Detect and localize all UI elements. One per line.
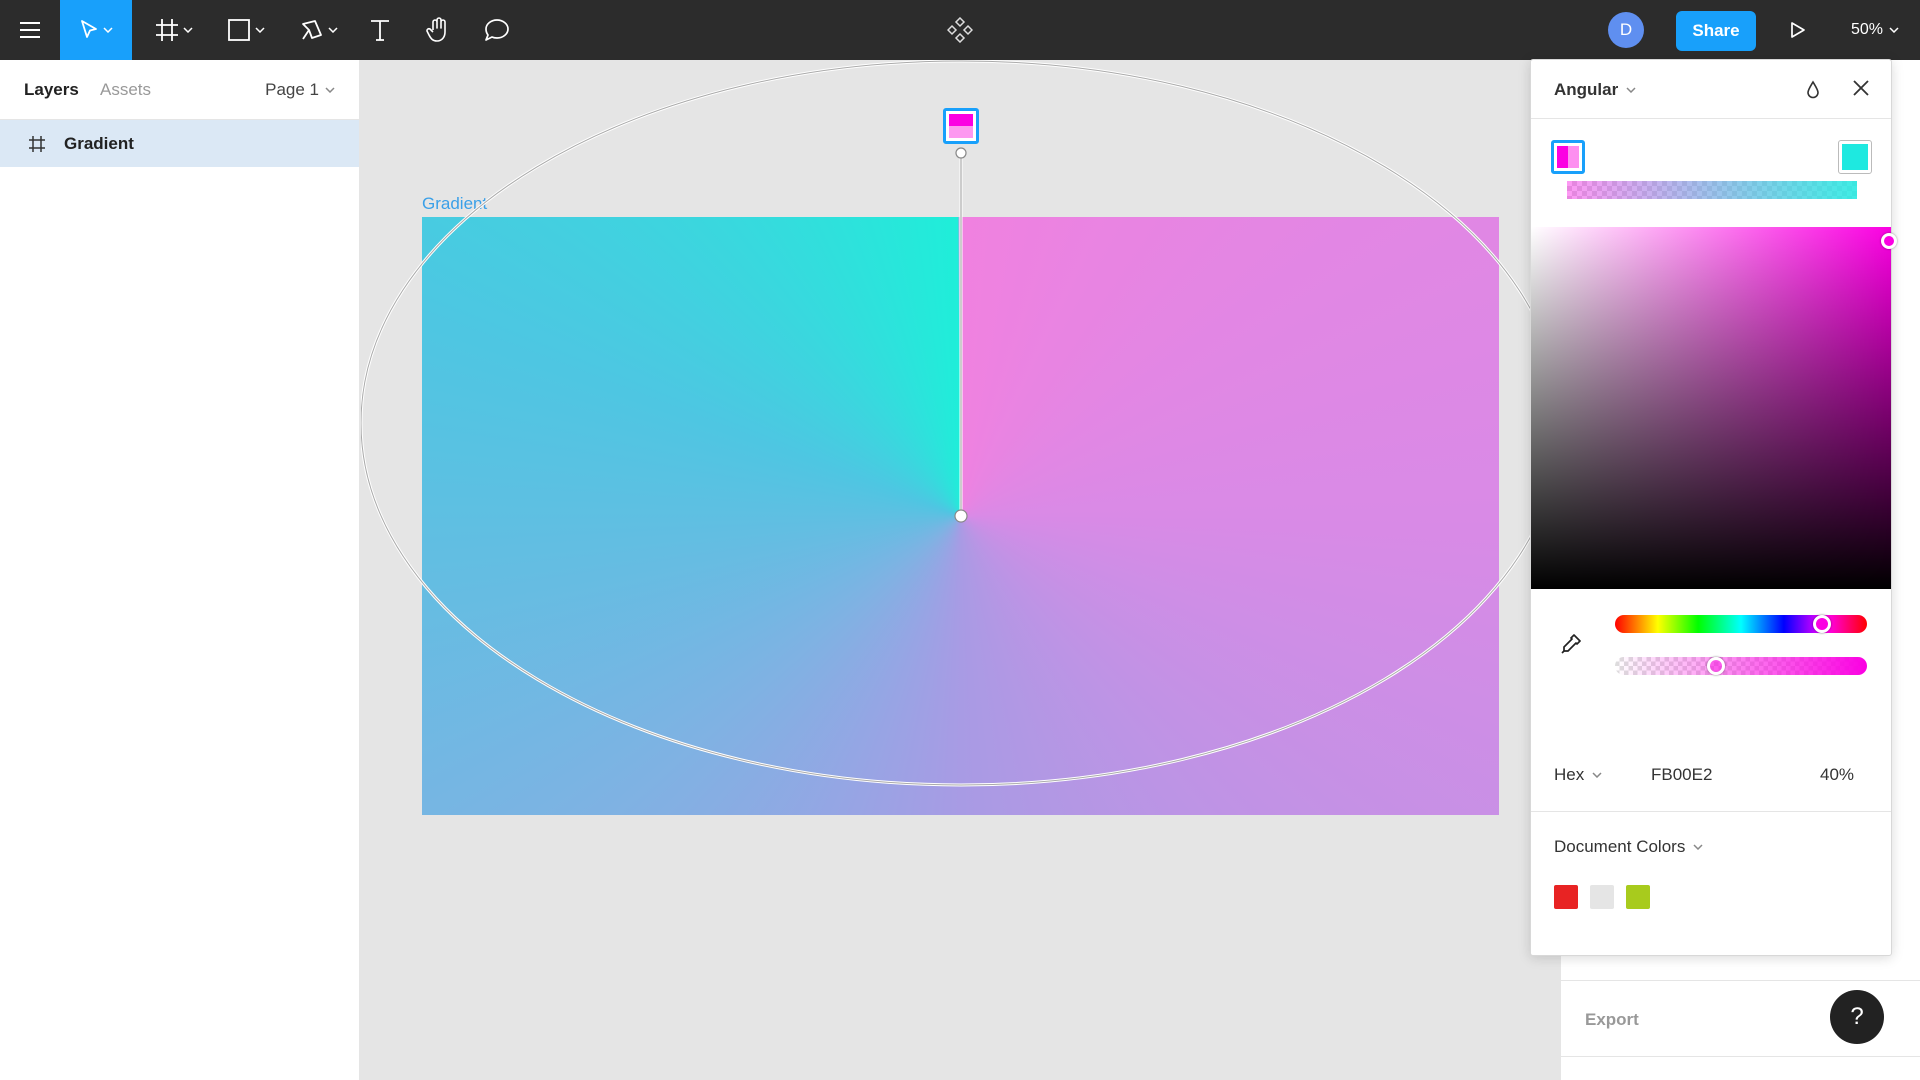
chevron-down-icon <box>328 27 338 33</box>
chevron-down-icon <box>103 27 113 33</box>
divider <box>1561 980 1920 981</box>
color-mode-label: Hex <box>1554 765 1585 784</box>
components-button[interactable] <box>940 0 980 60</box>
alpha-slider-thumb[interactable] <box>1707 657 1725 675</box>
chevron-down-icon <box>255 27 265 33</box>
picker-header: Angular <box>1531 60 1891 119</box>
document-color-swatch[interactable] <box>1626 885 1650 909</box>
tab-assets[interactable]: Assets <box>100 60 151 120</box>
zoom-label: 50% <box>1850 21 1884 38</box>
divider <box>1561 1056 1920 1057</box>
text-tool-button[interactable] <box>360 0 400 60</box>
chevron-down-icon <box>183 27 193 33</box>
blend-mode-icon[interactable] <box>1806 79 1820 99</box>
share-button[interactable]: Share <box>1676 11 1756 51</box>
present-button[interactable] <box>1778 0 1818 60</box>
hex-input[interactable]: FB00E2 <box>1651 765 1712 785</box>
gradient-stop-handle[interactable] <box>943 108 979 144</box>
eyedropper-icon[interactable] <box>1559 632 1583 656</box>
document-color-swatch[interactable] <box>1590 885 1614 909</box>
saturation-brightness-area[interactable] <box>1531 227 1891 589</box>
pen-tool-icon <box>302 20 322 40</box>
chevron-down-icon <box>1592 772 1602 778</box>
document-color-swatches <box>1554 885 1650 909</box>
page-selector[interactable]: Page 1 <box>265 60 335 120</box>
rectangle-tool-button[interactable] <box>217 0 275 60</box>
present-icon <box>1791 22 1805 38</box>
color-mode-dropdown[interactable]: Hex <box>1554 765 1602 785</box>
menu-button[interactable] <box>0 0 60 60</box>
components-icon <box>947 17 973 43</box>
hue-slider[interactable] <box>1615 615 1867 633</box>
alpha-input[interactable]: 40% <box>1820 765 1854 785</box>
color-value-row: Hex FB00E2 40% <box>1531 760 1891 790</box>
chevron-down-icon <box>325 87 335 93</box>
close-icon[interactable] <box>1851 78 1871 98</box>
gradient-stop-2[interactable] <box>1838 140 1872 174</box>
color-thumb[interactable] <box>1881 233 1897 249</box>
alpha-slider[interactable] <box>1615 657 1867 675</box>
hand-tool-icon <box>426 17 446 42</box>
left-panel: Layers Assets Page 1 Gradient <box>0 60 360 1080</box>
move-tool-button[interactable] <box>60 0 132 60</box>
document-colors-dropdown[interactable]: Document Colors <box>1554 837 1703 857</box>
chevron-down-icon <box>1693 844 1703 850</box>
move-tool-icon <box>81 20 97 38</box>
tab-layers[interactable]: Layers <box>24 60 79 120</box>
gradient-type-label: Angular <box>1554 79 1619 99</box>
export-section-label[interactable]: Export <box>1585 1010 1639 1030</box>
page-label: Page 1 <box>265 80 319 99</box>
stop-color-swatch <box>949 114 973 138</box>
document-colors-label: Document Colors <box>1554 837 1686 856</box>
gradient-center-handle[interactable] <box>954 509 968 523</box>
stop-2-swatch <box>1842 144 1868 170</box>
left-panel-tabs: Layers Assets Page 1 <box>0 60 359 120</box>
chevron-down-icon <box>1889 27 1899 33</box>
gradient-stop-1[interactable] <box>1551 140 1585 174</box>
color-picker-popover: Angular Hex FB00E2 40% Document Colors <box>1530 59 1897 956</box>
menu-icon <box>20 22 40 38</box>
frame-tool-icon <box>156 19 178 41</box>
gradient-stops-area <box>1531 120 1891 228</box>
user-avatar[interactable]: D <box>1608 12 1644 48</box>
gradient-start-handle[interactable] <box>955 147 967 159</box>
layer-name: Gradient <box>64 133 134 153</box>
gradient-bar[interactable] <box>1567 181 1857 199</box>
hue-slider-thumb[interactable] <box>1813 615 1831 633</box>
document-color-swatch[interactable] <box>1554 885 1578 909</box>
comment-tool-button[interactable] <box>477 0 517 60</box>
comment-tool-icon <box>485 19 509 41</box>
gradient-type-dropdown[interactable]: Angular <box>1554 60 1636 119</box>
layer-item-gradient[interactable]: Gradient <box>0 120 359 167</box>
help-button[interactable]: ? <box>1830 990 1884 1044</box>
divider <box>1531 811 1891 812</box>
hand-tool-button[interactable] <box>418 0 458 60</box>
toolbar: D Share 50% <box>0 0 1920 60</box>
frame-icon <box>29 135 45 152</box>
text-tool-icon <box>371 20 389 41</box>
rectangle-tool-icon <box>228 19 250 41</box>
chevron-down-icon <box>1626 86 1636 93</box>
pen-tool-button[interactable] <box>290 0 348 60</box>
stop-1-swatch <box>1557 146 1579 168</box>
frame-tool-button[interactable] <box>145 0 203 60</box>
zoom-dropdown[interactable]: 50% <box>1840 0 1910 60</box>
